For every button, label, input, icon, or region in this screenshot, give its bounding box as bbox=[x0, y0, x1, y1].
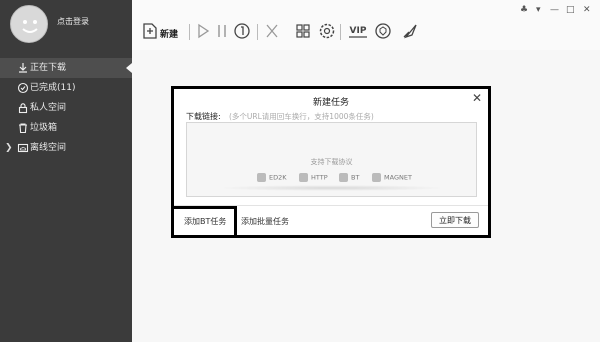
url-label: 下载链接: bbox=[186, 112, 221, 121]
speedup-button[interactable] bbox=[401, 22, 419, 42]
sidebar: 点击登录 正在下载 已完成(11) 私人空间 垃圾箱 ❯ 离线空间 bbox=[0, 0, 132, 342]
cloud-folder-icon bbox=[17, 143, 29, 153]
url-input[interactable]: 支持下载协议 ED2K HTTP BT MAGNET bbox=[186, 122, 477, 197]
sidebar-item-label: 已完成(11) bbox=[30, 83, 76, 93]
protocols-title: 支持下载协议 bbox=[310, 158, 353, 166]
sidebar-item-private-space[interactable]: 私人空间 bbox=[0, 98, 132, 118]
login-link[interactable]: 点击登录 bbox=[57, 16, 89, 27]
new-icon bbox=[143, 23, 157, 39]
rocket-icon bbox=[403, 24, 417, 39]
toolbar-divider bbox=[189, 24, 190, 40]
sidebar-item-label: 离线空间 bbox=[30, 143, 67, 153]
speed-limit-button[interactable] bbox=[233, 22, 251, 42]
magnet-icon bbox=[372, 173, 381, 182]
lock-icon bbox=[18, 103, 28, 114]
sidebar-item-label: 私人空间 bbox=[30, 103, 67, 113]
download-icon bbox=[19, 63, 27, 73]
protocol-label: BT bbox=[351, 173, 360, 182]
url-hint: (多个URL请用回车换行，支持1000条任务) bbox=[229, 112, 374, 121]
security-button[interactable] bbox=[374, 22, 392, 42]
settings-button[interactable] bbox=[318, 22, 336, 42]
new-task-dialog: 新建任务 ✕ 下载链接: (多个URL请用回车换行，支持1000条任务) 支持下… bbox=[171, 86, 491, 238]
ed2k-icon bbox=[257, 173, 266, 182]
protocol-label: MAGNET bbox=[384, 173, 412, 182]
grid-icon bbox=[296, 24, 310, 38]
menu-icon[interactable]: ▾ bbox=[536, 5, 541, 15]
settings-icon bbox=[319, 23, 335, 39]
sidebar-item-downloading[interactable]: 正在下载 bbox=[0, 58, 132, 78]
delete-icon bbox=[266, 24, 278, 38]
protocol-label: ED2K bbox=[269, 173, 287, 182]
new-task-button[interactable] bbox=[142, 22, 158, 42]
toolbar: ♣ ▾ — □ ✕ 新建 VIP bbox=[132, 0, 600, 50]
dialog-title: 新建任务 bbox=[312, 98, 349, 108]
vip-button[interactable]: VIP bbox=[347, 22, 369, 42]
skin-icon[interactable]: ♣ bbox=[520, 5, 528, 15]
protocol-bt: BT bbox=[339, 173, 359, 182]
active-indicator bbox=[126, 63, 132, 73]
pause-icon bbox=[218, 25, 226, 37]
chevron-right-icon[interactable]: ❯ bbox=[5, 138, 13, 158]
vip-text: VIP bbox=[350, 26, 367, 36]
protocol-magnet: MAGNET bbox=[372, 173, 412, 182]
download-now-button[interactable]: 立即下载 bbox=[431, 212, 479, 228]
minimize-icon[interactable]: — bbox=[550, 5, 559, 15]
check-circle-icon bbox=[17, 82, 29, 94]
bt-icon bbox=[339, 173, 348, 182]
toolbar-divider bbox=[340, 24, 341, 40]
trash-icon bbox=[19, 123, 27, 134]
maximize-icon[interactable]: □ bbox=[566, 5, 575, 15]
sidebar-item-completed[interactable]: 已完成(11) bbox=[0, 78, 132, 98]
http-icon bbox=[299, 173, 308, 182]
start-button[interactable] bbox=[195, 22, 211, 42]
close-icon[interactable]: ✕ bbox=[472, 91, 482, 105]
add-batch-task-link[interactable]: 添加批量任务 bbox=[241, 216, 289, 227]
batch-button[interactable] bbox=[295, 22, 311, 42]
avatar[interactable] bbox=[10, 5, 48, 43]
new-task-label[interactable]: 新建 bbox=[160, 27, 178, 40]
sidebar-nav: 正在下载 已完成(11) 私人空间 垃圾箱 ❯ 离线空间 bbox=[0, 58, 132, 158]
play-icon bbox=[198, 23, 210, 39]
protocol-http: HTTP bbox=[299, 173, 328, 182]
close-window-icon[interactable]: ✕ bbox=[583, 5, 591, 15]
sidebar-item-label: 垃圾箱 bbox=[30, 123, 58, 133]
protocol-ed2k: ED2K bbox=[257, 173, 287, 182]
speed-icon bbox=[234, 23, 250, 39]
protocols-shadow bbox=[217, 185, 447, 191]
shield-icon bbox=[375, 23, 391, 39]
delete-button[interactable] bbox=[264, 22, 280, 42]
pause-button[interactable] bbox=[215, 22, 229, 42]
toolbar-divider bbox=[257, 24, 258, 40]
protocol-label: HTTP bbox=[311, 173, 328, 182]
add-bt-task-link[interactable]: 添加BT任务 bbox=[184, 216, 226, 227]
smiley-avatar-icon bbox=[22, 20, 38, 33]
vip-icon: VIP bbox=[349, 26, 367, 38]
sidebar-item-label: 正在下载 bbox=[30, 63, 67, 73]
sidebar-item-trash[interactable]: 垃圾箱 bbox=[0, 118, 132, 138]
sidebar-item-offline-space[interactable]: ❯ 离线空间 bbox=[0, 138, 132, 158]
